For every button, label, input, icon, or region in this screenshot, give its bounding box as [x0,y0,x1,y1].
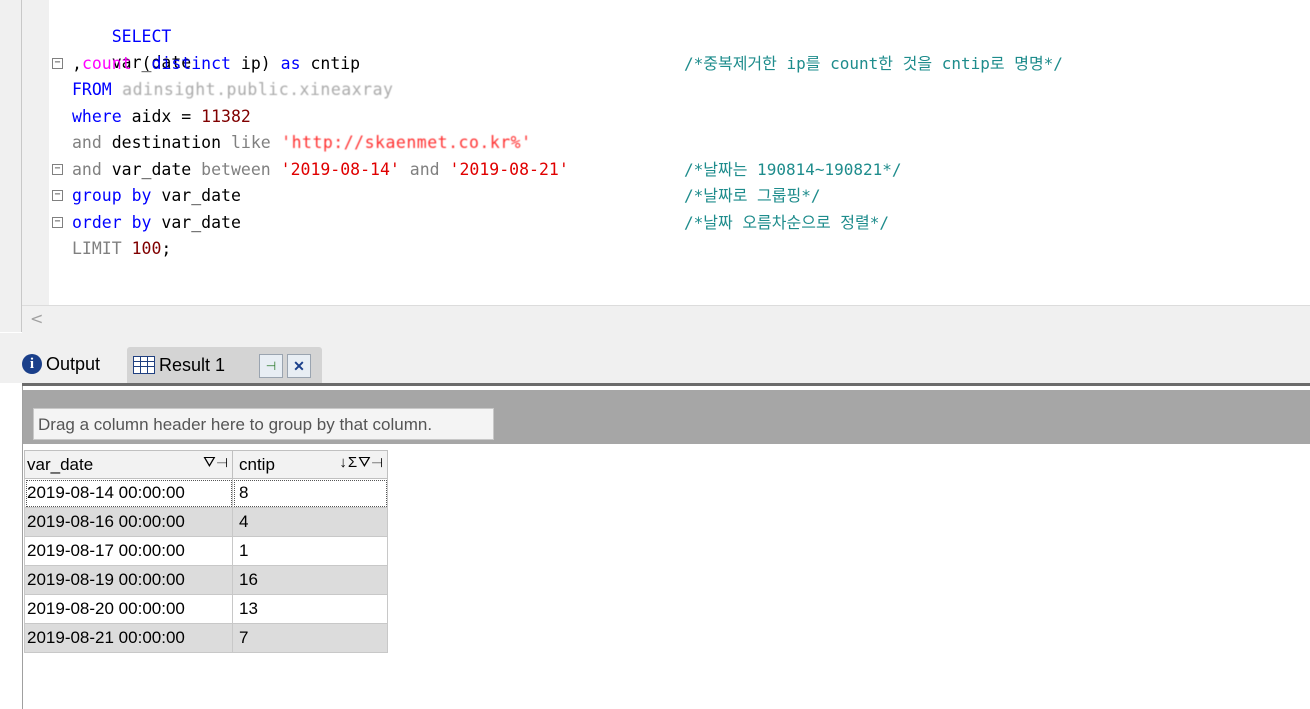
grid-table-icon [133,356,155,374]
code-line-2[interactable]: var_date [72,24,191,72]
cell-cntip[interactable]: 1 [232,536,388,566]
code-line-4[interactable]: FROM adinsight.public.xineaxray [72,77,393,103]
code-comment-line-7: /*날짜는 190814~190821*/ [684,160,902,179]
cell-cntip[interactable]: 4 [232,507,388,537]
tab-output-label: Output [46,353,101,374]
tab-output[interactable]: i Output [22,345,100,383]
cell-cntip[interactable]: 13 [232,594,388,624]
pin-tab-button[interactable]: ⊣ [259,354,283,378]
tab-result-label: Result 1 [159,354,226,375]
fold-toggle-line-9[interactable]: − [52,217,63,228]
table-row[interactable]: 2019-08-14 00:00:00 8 [24,478,388,508]
group-by-hint: Drag a column header here to group by th… [33,408,494,440]
code-line-1[interactable]: SELECT [72,0,172,46]
fold-toggle-line-7[interactable]: − [52,164,63,175]
code-line-9[interactable]: order by var_date [72,210,241,236]
fold-toggle-line-8[interactable]: − [52,190,63,201]
table-row[interactable]: 2019-08-19 00:00:00 16 [24,565,388,595]
code-line-6[interactable]: and destination like 'http://skaenmet.co… [72,130,532,156]
close-tab-button[interactable]: ✕ [287,354,311,378]
cell-var-date[interactable]: 2019-08-16 00:00:00 [24,507,233,537]
table-row[interactable]: 2019-08-16 00:00:00 4 [24,507,388,537]
editor-horizontal-scrollbar[interactable]: < [22,305,1310,334]
filter-pin-icon[interactable]: ⛛⊣ [203,454,229,471]
cell-var-date[interactable]: 2019-08-17 00:00:00 [24,536,233,566]
result-tabstrip: i Output Result 1 ⊣ ✕ [0,333,1310,383]
table-row[interactable]: 2019-08-17 00:00:00 1 [24,536,388,566]
cell-cntip[interactable]: 16 [232,565,388,595]
code-line-7[interactable]: and var_date between '2019-08-14' and '2… [72,157,569,183]
code-comment-line-3: /*중복제거한 ip를 count한 것을 cntip로 명명*/ [684,54,1063,73]
results-panel: Drag a column header here to group by th… [22,386,1310,709]
cell-var-date[interactable]: 2019-08-20 00:00:00 [24,594,233,624]
tab-result-1[interactable]: Result 1 ⊣ ✕ [127,347,322,383]
code-comment-line-8: /*날짜로 그룹핑*/ [684,186,821,205]
cell-cntip[interactable]: 8 [232,478,388,508]
table-row[interactable]: 2019-08-21 00:00:00 7 [24,623,388,653]
code-comment-line-9: /*날짜 오름차순으로 정렬*/ [684,213,889,232]
cell-cntip[interactable]: 7 [232,623,388,653]
code-line-8[interactable]: group by var_date [72,183,241,209]
column-header-cntip[interactable]: cntip ↓Σ⛛⊣ [232,450,388,479]
scroll-left-arrow-icon[interactable]: < [30,309,43,328]
editor-gutter [22,0,49,305]
code-line-10[interactable]: LIMIT 100; [72,236,171,262]
code-line-5[interactable]: where aidx = 11382 [72,104,251,130]
sort-sum-filter-pin-icon[interactable]: ↓Σ⛛⊣ [339,454,384,471]
redacted-table-name: adinsight.public.xineaxray [111,80,394,99]
cell-var-date[interactable]: 2019-08-21 00:00:00 [24,623,233,653]
fold-toggle-line-3[interactable]: − [52,58,63,69]
column-header-var-date[interactable]: var_date ⛛⊣ [24,450,233,479]
redacted-url-string: 'http://skaenmet.co.kr%' [270,133,532,152]
cell-var-date[interactable]: 2019-08-14 00:00:00 [24,478,233,508]
sql-editor[interactable]: SELECT var_date − ,count (distinct ip) a… [0,0,1310,334]
code-line-3[interactable]: ,count (distinct ip) as cntip [72,51,360,77]
header-row: var_date ⛛⊣ cntip ↓Σ⛛⊣ [24,450,388,479]
editor-left-strip [0,0,22,332]
cell-var-date[interactable]: 2019-08-19 00:00:00 [24,565,233,595]
table-row[interactable]: 2019-08-20 00:00:00 13 [24,594,388,624]
info-icon: i [22,354,42,374]
result-grid[interactable]: var_date ⛛⊣ cntip ↓Σ⛛⊣ 2019-08-14 00:00:… [24,450,388,653]
group-by-area[interactable]: Drag a column header here to group by th… [23,390,1310,444]
